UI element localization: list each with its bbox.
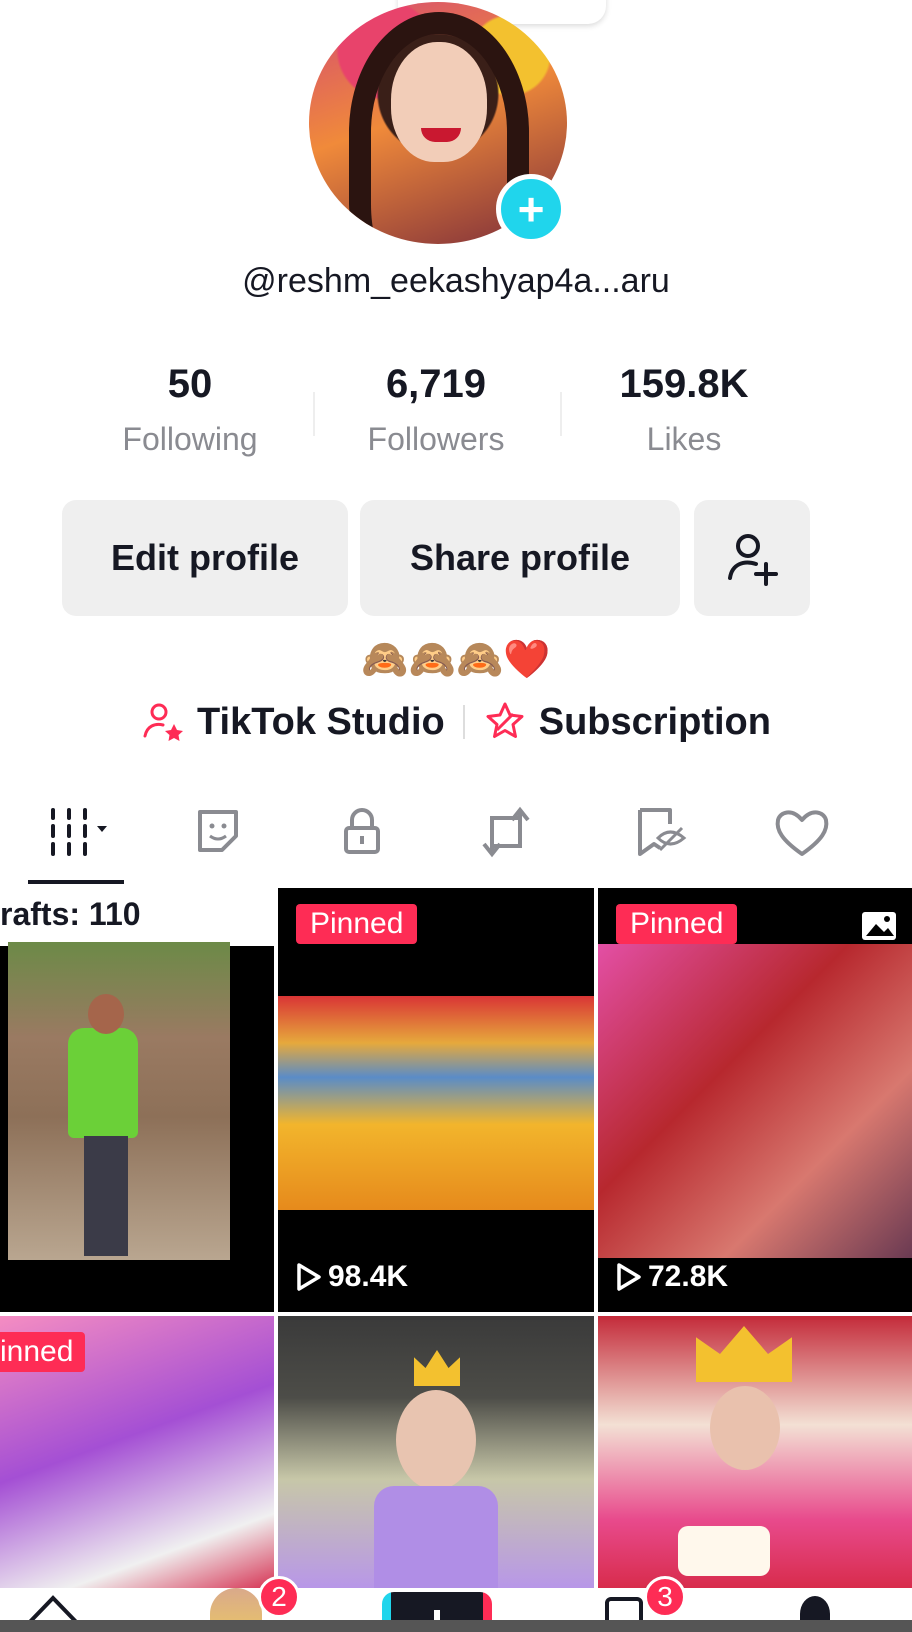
videos-grid-icon [51, 808, 107, 856]
tab-saved[interactable] [610, 792, 710, 872]
video-tile[interactable] [598, 1316, 912, 1588]
video-thumbnail [598, 944, 912, 1258]
video-tile[interactable]: inned [0, 1316, 274, 1588]
stat-divider [560, 392, 562, 436]
inbox-notification-badge: 3 [644, 1576, 686, 1618]
pinned-badge: Pinned [296, 904, 418, 944]
links-divider [462, 705, 465, 739]
lock-icon [344, 808, 380, 854]
drafts-tile[interactable]: rafts: 110 [0, 888, 274, 1312]
active-tab-indicator [28, 880, 124, 884]
profile-tabs [0, 792, 912, 882]
add-story-plus-icon[interactable]: + [496, 174, 566, 244]
draft-thumbnail [8, 942, 230, 1260]
stat-divider [313, 392, 315, 436]
share-profile-button[interactable]: Share profile [360, 500, 680, 616]
saved-icon [638, 808, 687, 856]
play-icon [617, 1263, 641, 1291]
tab-private[interactable] [312, 792, 412, 872]
add-friend-icon [728, 534, 778, 586]
video-tile[interactable]: Pinned 98.4K [278, 888, 594, 1312]
view-count: 98.4K [296, 1260, 408, 1294]
person-star-icon [143, 703, 184, 741]
stickers-icon [198, 810, 238, 852]
friends-notification-badge: 2 [258, 1576, 300, 1618]
repost-icon [482, 806, 530, 858]
profile-username: @reshm_eekashyap4a...aru [242, 262, 670, 300]
tab-liked[interactable] [752, 792, 852, 872]
stat-following[interactable]: 50 Following [70, 362, 310, 458]
profile-bio: 🙈🙈🙈❤️ [361, 639, 551, 681]
system-bar [0, 1620, 912, 1632]
video-tile[interactable]: Pinned 72.8K [598, 888, 912, 1312]
drafts-label: rafts: 110 [0, 896, 141, 932]
video-thumbnail [278, 996, 594, 1210]
stat-followers[interactable]: 6,719 Followers [316, 362, 556, 458]
liked-heart-icon [775, 810, 829, 856]
edit-profile-button[interactable]: Edit profile [62, 500, 348, 616]
add-friend-button[interactable] [694, 500, 810, 616]
photo-icon [862, 912, 896, 940]
tab-stickers[interactable] [168, 792, 268, 872]
play-icon [297, 1263, 321, 1291]
stat-likes[interactable]: 159.8K Likes [564, 362, 804, 458]
subscription-star-icon [486, 702, 524, 738]
view-count: 72.8K [616, 1260, 728, 1294]
pinned-badge: Pinned [616, 904, 738, 944]
video-tile[interactable] [278, 1316, 594, 1588]
tab-reposts[interactable] [456, 792, 556, 872]
pinned-badge: inned [0, 1332, 86, 1372]
tiktok-studio-link[interactable]: TikTok Studio [141, 700, 445, 744]
profile-links: TikTok Studio Subscription [0, 700, 912, 744]
subscription-link[interactable]: Subscription [483, 700, 771, 744]
tab-videos[interactable] [30, 792, 130, 872]
